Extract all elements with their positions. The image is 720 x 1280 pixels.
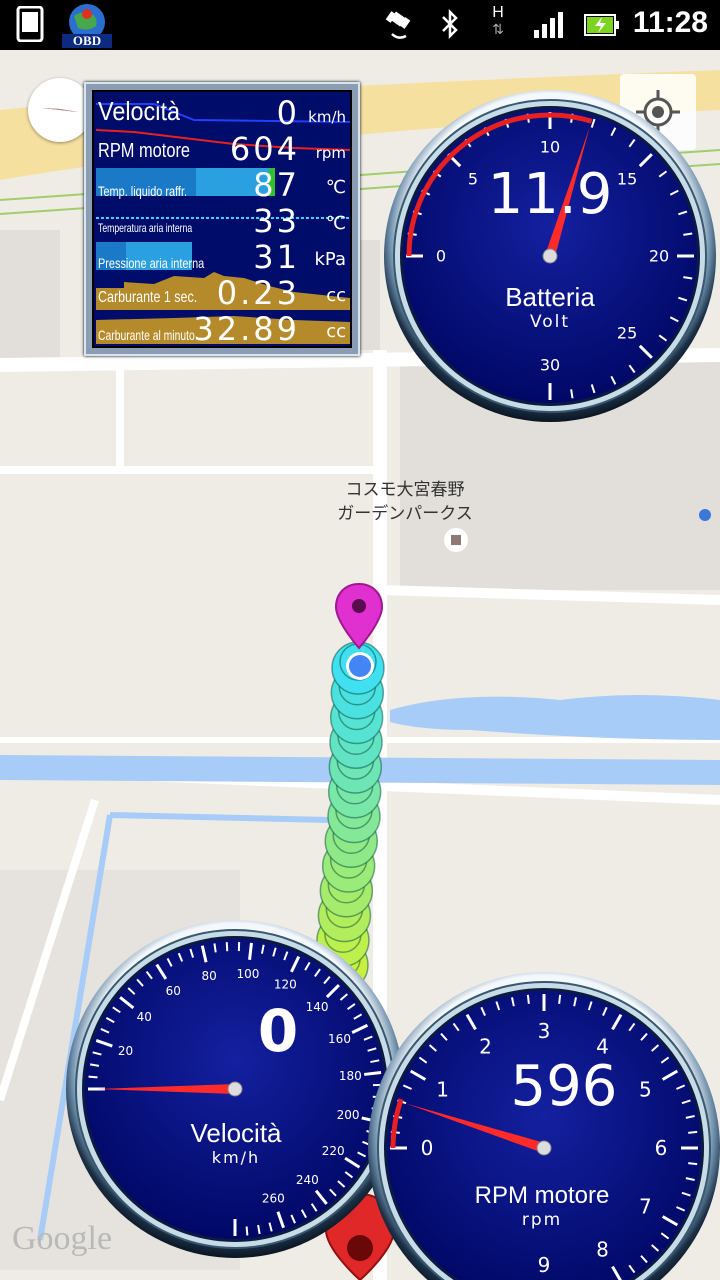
status-bar: OBD H ⇅ 11:28	[0, 0, 720, 50]
info-row-unit: kPa	[314, 249, 347, 270]
gauge-tick	[570, 389, 574, 399]
gps-icon	[385, 11, 411, 39]
gauge-tick-label: 220	[322, 1144, 345, 1158]
gauge-tick-label: 60	[166, 984, 181, 998]
info-row-label: Temp. liquido raffr.	[98, 183, 188, 199]
gauge-tick-label: 8	[596, 1237, 609, 1261]
status-clock: 11:28	[632, 6, 708, 39]
speed-gauge[interactable]: 20406080 100120140160180200220240260	[62, 916, 408, 1262]
battery-gauge[interactable]: 051015202530	[378, 86, 720, 426]
info-row: Temperatura aria interna 33 ℃	[98, 204, 346, 238]
network-letter: H	[492, 4, 504, 21]
gauge-tick	[248, 942, 253, 960]
gauge-tick	[683, 276, 693, 280]
gauge-tick-label: 180	[339, 1069, 362, 1083]
info-row-label: Carburante al minuto	[98, 327, 195, 343]
gauge-tick-label: 0	[421, 1136, 434, 1160]
gauge-tick-label: 0	[436, 247, 446, 266]
device-icon	[16, 6, 44, 42]
info-row-unit: ℃	[325, 177, 346, 198]
gauge-tick	[213, 943, 217, 953]
signal-icon	[534, 12, 563, 38]
obd-app-label: OBD	[62, 34, 112, 48]
info-row-label: Carburante 1 sec.	[98, 289, 198, 306]
gauge-tick	[88, 1075, 98, 1079]
gauge-tick-label: 10	[540, 138, 560, 157]
gauge-tick	[558, 994, 562, 1004]
gauge-tick-label: 9	[538, 1253, 551, 1277]
info-row: Temp. liquido raffr. 87 ℃	[98, 168, 346, 202]
gauge-tick-label: 20	[649, 247, 669, 266]
info-row-label: Pressione aria interna	[98, 255, 205, 271]
info-row: Carburante 1 sec. 0.23 cc	[98, 276, 346, 310]
info-row: Velocità 0 km/h	[98, 96, 346, 130]
rpm-gauge-label: RPM motore	[474, 1182, 610, 1209]
gauge-tick-label: 260	[262, 1192, 285, 1206]
info-row-value: 604	[229, 130, 300, 168]
obd-app-icon: OBD	[62, 2, 112, 48]
gauge-tick	[245, 1226, 249, 1236]
info-row-value: 0.23	[216, 274, 300, 312]
info-row-unit: km/h	[308, 108, 346, 126]
info-row-label: Temperatura aria interna	[98, 221, 193, 235]
rpm-gauge-unit: rpm	[521, 1210, 563, 1230]
gauge-tick-label: 30	[540, 356, 560, 375]
info-row-value: 33	[253, 202, 300, 240]
info-row: Pressione aria interna 31 kPa	[98, 240, 346, 274]
bluetooth-icon	[442, 8, 458, 40]
compass-needle-icon	[42, 108, 78, 112]
info-row: Carburante al minuto 32.89 cc	[98, 312, 346, 346]
network-arrows-icon: ⇅	[492, 22, 504, 38]
gauge-tick-label: 40	[137, 1010, 152, 1024]
battery-charging-icon	[584, 14, 619, 36]
gauge-tick-label: 6	[655, 1136, 668, 1160]
info-row-value: 31	[253, 238, 300, 276]
current-location-icon	[346, 652, 374, 680]
gauge-tick	[688, 1162, 698, 1166]
battery-gauge-value: 11.9	[487, 162, 613, 227]
rpm-gauge-value: 596	[510, 1054, 618, 1119]
battery-gauge-label: Batteria	[505, 282, 595, 312]
gauge-tick-label: 240	[296, 1173, 319, 1187]
gauge-tick	[683, 232, 693, 236]
gauge-tick-label: 1	[436, 1078, 449, 1102]
info-row-value: 32.89	[193, 310, 300, 348]
gauge-tick-label: 100	[237, 967, 260, 981]
info-row-label: Velocità	[98, 96, 180, 126]
info-row-unit: cc	[326, 285, 346, 306]
compass-button[interactable]	[28, 78, 92, 142]
rpm-gauge[interactable]: 0123456789	[364, 968, 720, 1280]
network-hspa-icon: H ⇅	[486, 4, 510, 44]
info-row-value: 87	[253, 166, 300, 204]
info-row-label: RPM motore	[98, 140, 191, 162]
gauge-hub	[542, 248, 558, 264]
destination-pin-icon[interactable]	[334, 582, 384, 652]
gauge-tick	[225, 942, 229, 952]
gauge-tick-label: 3	[538, 1019, 551, 1043]
info-row: RPM motore 604 rpm	[98, 132, 346, 166]
gauge-hub	[536, 1140, 552, 1156]
battery-gauge-unit: Volt	[529, 312, 571, 332]
speed-gauge-unit: km/h	[211, 1148, 261, 1167]
info-row-unit: cc	[326, 321, 346, 342]
speed-gauge-label: Velocità	[190, 1118, 282, 1148]
speed-gauge-value: 0	[257, 997, 299, 1065]
obd-info-panel-inner: Velocità 0 km/h RPM motore 604 rpm Temp. liqui…	[92, 90, 352, 348]
gauge-tick-label: 200	[337, 1108, 360, 1122]
gauge-tick	[688, 1130, 698, 1134]
info-row-value: 0	[276, 94, 300, 132]
gauge-tick-label: 120	[274, 978, 297, 992]
gauge-hub	[227, 1081, 243, 1097]
info-row-unit: ℃	[325, 213, 346, 234]
info-row-unit: rpm	[315, 144, 346, 162]
gauge-tick-label: 7	[639, 1195, 652, 1219]
gauge-tick-label: 20	[118, 1044, 133, 1058]
obd-info-panel[interactable]: Velocità 0 km/h RPM motore 604 rpm Temp. liqui…	[84, 82, 360, 356]
gauge-tick	[526, 994, 530, 1004]
gauge-tick-label: 80	[202, 969, 217, 983]
